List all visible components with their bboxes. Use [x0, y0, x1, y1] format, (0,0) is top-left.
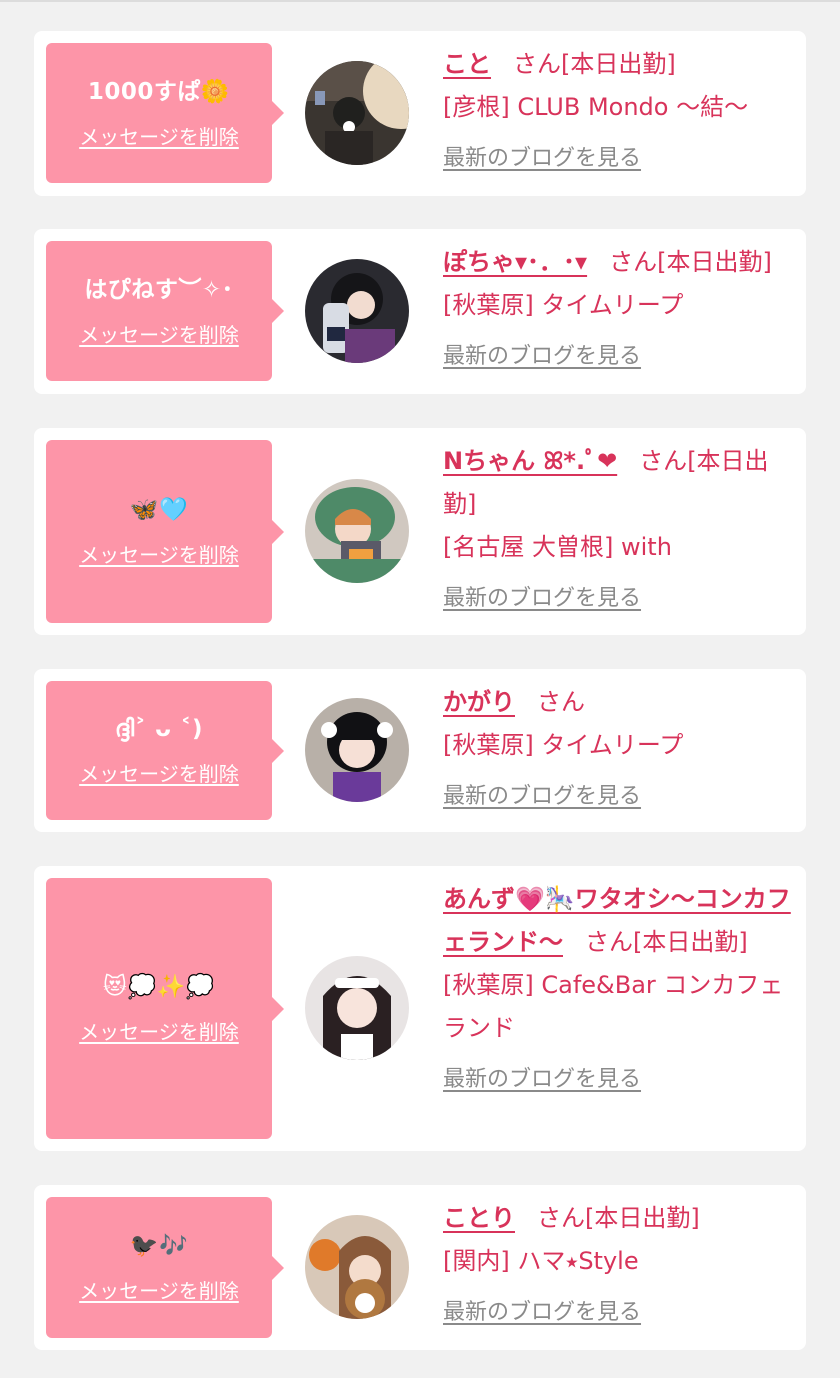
message-bubble: 🦋🩵 メッセージを削除 — [46, 440, 284, 623]
work-badge: [本日出勤] — [585, 1204, 700, 1232]
girl-name-link[interactable]: Nちゃん ꕤ*.ﾟ❤ — [443, 447, 617, 475]
girl-name-link[interactable]: ことり — [443, 1204, 515, 1232]
latest-blog-link[interactable]: 最新のブログを見る — [443, 1291, 641, 1334]
message-card: 🦋🩵 メッセージを削除 Nちゃん ꕤ*.ﾟ❤ さん[本日出勤] [名古屋 大曽根]… — [34, 428, 806, 635]
avatar[interactable] — [305, 479, 409, 583]
message-text: はぴねす︶✧･ — [84, 276, 234, 303]
work-badge: [本日出勤] — [657, 248, 772, 276]
san-label: さん — [537, 688, 585, 716]
message-card: 🐦‍⬛🎶 メッセージを削除 ことり さん[本日出勤] [関内] ハマ⭑Style … — [34, 1185, 806, 1350]
work-badge: [本日出勤] — [633, 928, 748, 956]
delete-message-link[interactable]: メッセージを削除 — [79, 121, 239, 150]
girl-info: ぽちゃ▾･．･▾ さん[本日出勤] [秋葉原] タイムリープ 最新のブログを見る — [443, 241, 793, 378]
girl-info: かがり さん [秋葉原] タイムリープ 最新のブログを見る — [443, 681, 793, 818]
san-label: さん — [585, 928, 633, 956]
girl-photo-avatar-icon — [305, 1215, 409, 1319]
delete-message-link[interactable]: メッセージを削除 — [79, 1275, 239, 1304]
girl-info: ことり さん[本日出勤] [関内] ハマ⭑Style 最新のブログを見る — [443, 1197, 793, 1334]
san-label: さん — [537, 1204, 585, 1232]
message-card: 1000すぱ🌼 メッセージを削除 こと さん[本日出勤] [彦根] CLUB Mo… — [34, 31, 806, 196]
san-label: さん — [513, 50, 561, 78]
avatar[interactable] — [305, 956, 409, 1060]
message-bubble: 1000すぱ🌼 メッセージを削除 — [46, 43, 284, 183]
girl-info: あんず💗🎠ワタオシ〜コンカフェランド〜 さん[本日出勤] [秋葉原] Cafe&B… — [443, 878, 793, 1101]
girl-name-link[interactable]: かがり — [443, 688, 515, 716]
message-text: 😻💭✨💭 — [103, 974, 215, 1000]
shop-name: [秋葉原] タイムリープ — [443, 731, 684, 759]
message-bubble: ദ്ദി˃ ᴗ ˂) メッセージを削除 — [46, 681, 284, 820]
delete-message-link[interactable]: メッセージを削除 — [79, 539, 239, 568]
avatar[interactable] — [305, 259, 409, 363]
avatar[interactable] — [305, 698, 409, 802]
message-bubble: 🐦‍⬛🎶 メッセージを削除 — [46, 1197, 284, 1338]
message-card: はぴねす︶✧･ メッセージを削除 ぽちゃ▾･．･▾ さん[本日出勤] [秋葉原] … — [34, 229, 806, 394]
message-text: 🐦‍⬛🎶 — [129, 1233, 189, 1259]
girl-name-link[interactable]: こと — [443, 50, 491, 78]
delete-message-link[interactable]: メッセージを削除 — [79, 758, 239, 787]
avatar[interactable] — [305, 1215, 409, 1319]
san-label: さん — [609, 248, 658, 276]
work-badge: [本日出勤] — [561, 50, 676, 78]
message-text: 🦋🩵 — [129, 497, 189, 523]
message-bubble: 😻💭✨💭 メッセージを削除 — [46, 878, 284, 1139]
message-card: 😻💭✨💭 メッセージを削除 あんず💗🎠ワタオシ〜コンカフェランド〜 さん[本日出勤… — [34, 866, 806, 1151]
girl-info: Nちゃん ꕤ*.ﾟ❤ さん[本日出勤] [名古屋 大曽根] with 最新のブログ… — [443, 440, 793, 620]
message-text: ദ്ദി˃ ᴗ ˂) — [114, 716, 204, 742]
girl-photo-avatar-icon — [305, 698, 409, 802]
girl-photo-avatar-icon — [305, 259, 409, 363]
latest-blog-link[interactable]: 最新のブログを見る — [443, 1058, 641, 1101]
girl-photo-avatar-icon — [305, 956, 409, 1060]
latest-blog-link[interactable]: 最新のブログを見る — [443, 577, 641, 620]
top-divider — [0, 0, 840, 2]
message-card: ദ്ദി˃ ᴗ ˂) メッセージを削除 かがり さん [秋葉原] タイムリープ 最… — [34, 669, 806, 832]
shop-name: [秋葉原] Cafe&Bar コンカフェランド — [443, 971, 784, 1042]
delete-message-link[interactable]: メッセージを削除 — [79, 1016, 239, 1045]
latest-blog-link[interactable]: 最新のブログを見る — [443, 137, 641, 180]
message-text: 1000すぱ🌼 — [87, 78, 231, 105]
shop-name: [関内] ハマ⭑Style — [443, 1247, 639, 1275]
latest-blog-link[interactable]: 最新のブログを見る — [443, 775, 641, 818]
delete-message-link[interactable]: メッセージを削除 — [79, 319, 239, 348]
san-label: さん — [639, 447, 688, 475]
girl-photo-avatar-icon — [305, 61, 409, 165]
shop-name: [秋葉原] タイムリープ — [443, 291, 684, 319]
message-bubble: はぴねす︶✧･ メッセージを削除 — [46, 241, 284, 381]
shop-name: [名古屋 大曽根] with — [443, 533, 672, 561]
girl-photo-avatar-icon — [305, 479, 409, 583]
latest-blog-link[interactable]: 最新のブログを見る — [443, 335, 641, 378]
girl-info: こと さん[本日出勤] [彦根] CLUB Mondo 〜結〜 最新のブログを見る — [443, 43, 793, 180]
avatar[interactable] — [305, 61, 409, 165]
girl-name-link[interactable]: ぽちゃ▾･．･▾ — [443, 248, 587, 276]
shop-name: [彦根] CLUB Mondo 〜結〜 — [443, 93, 749, 121]
